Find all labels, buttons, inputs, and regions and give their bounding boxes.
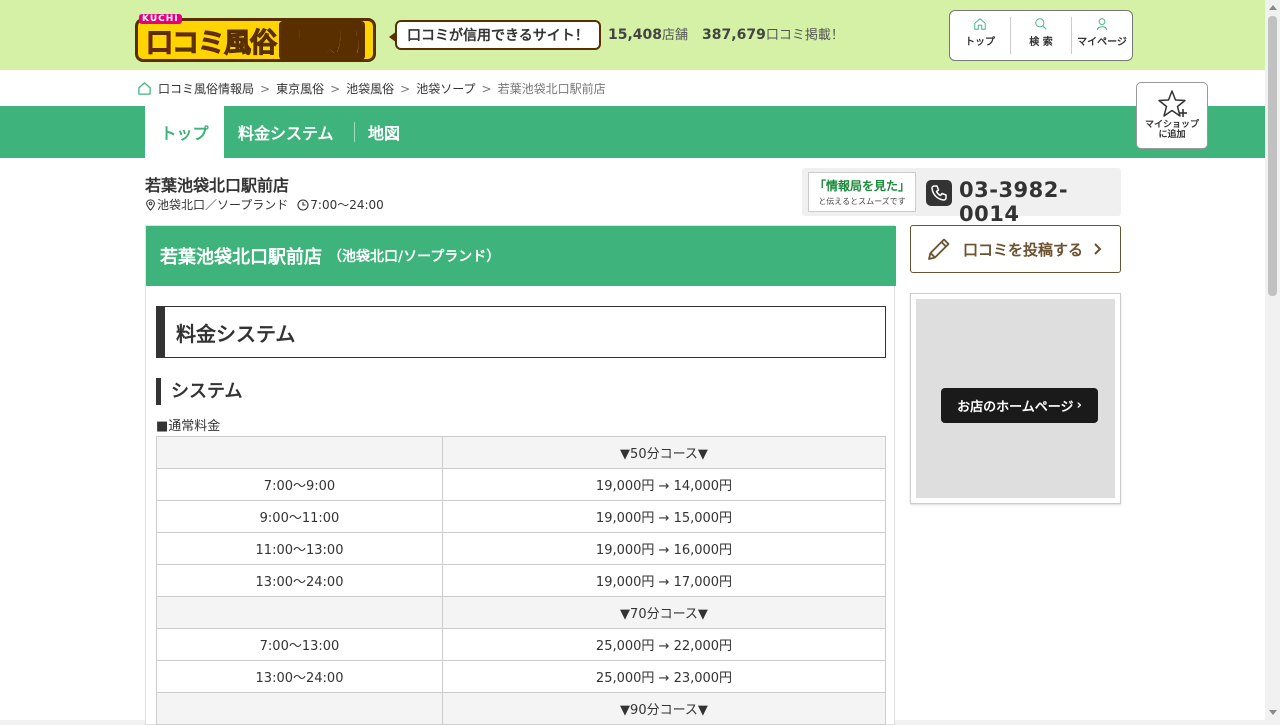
shop-tab-nav: トップ 料金システム 地図	[0, 106, 1265, 158]
tel-number[interactable]: 03-3982-0014	[959, 178, 1121, 226]
time-cell: 9:00〜11:00	[156, 500, 443, 533]
pencil-icon	[928, 238, 950, 260]
main-title-sub: （池袋北口/ソープランド）	[328, 249, 501, 265]
subsection-heading: システム	[156, 378, 242, 405]
search-icon	[1035, 18, 1047, 30]
post-review-button[interactable]: 口コミを投稿する	[910, 225, 1121, 273]
price-cell: 25,000円 → 23,000円	[442, 660, 886, 693]
time-cell: 11:00〜13:00	[156, 532, 443, 565]
main-title-name: 若葉池袋北口駅前店	[160, 247, 322, 268]
review-count: 387,679	[702, 27, 766, 43]
review-unit: 口コミ掲載！	[765, 28, 844, 43]
price-cell: 19,000円 → 17,000円	[442, 564, 886, 597]
header-nav: トップ 検 索 マイページ	[949, 10, 1133, 61]
breadcrumb-link[interactable]: 口コミ風俗情報局	[158, 80, 254, 97]
tel-box: 「情報局を見た」 と伝えるとスムーズです 03-3982-0014	[802, 168, 1121, 226]
time-cell: 7:00〜13:00	[156, 628, 443, 661]
time-cell: 7:00〜9:00	[156, 468, 443, 501]
price-row: 7:00〜9:00 19,000円 → 14,000円	[156, 468, 886, 501]
homepage-banner: お店のホームページ ›	[910, 293, 1121, 504]
scrollbar[interactable]	[1265, 0, 1280, 720]
logo-text-2: 情報局	[279, 20, 365, 60]
header-nav-mypage[interactable]: マイページ	[1072, 17, 1132, 54]
section-heading: 料金システム	[156, 306, 886, 358]
star-plus-icon	[1158, 90, 1187, 117]
price-row: 11:00〜13:00 19,000円 → 16,000円	[156, 532, 886, 565]
tel-note-main: 「情報局を見た」	[813, 179, 910, 193]
homepage-label: お店のホームページ	[957, 400, 1074, 415]
breadcrumb-link[interactable]: 池袋風俗	[346, 80, 394, 97]
price-cell: 19,000円 → 15,000円	[442, 500, 886, 533]
header-nav-top-label: トップ	[965, 37, 995, 48]
shop-count: 15,408	[608, 27, 663, 43]
header-nav-search[interactable]: 検 索	[1011, 17, 1072, 54]
time-cell	[156, 596, 443, 629]
logo-badge: 口コミ風俗 情報局	[135, 18, 376, 62]
site-stats: 15,408店舗 387,679口コミ掲載！	[608, 24, 844, 43]
tel-note: 「情報局を見た」 と伝えるとスムーズです	[808, 172, 916, 212]
post-review-label: 口コミを投稿する	[963, 240, 1084, 259]
shop-hours: 7:00〜24:00	[310, 198, 384, 212]
tel-note-sub: と伝えるとスムーズです	[818, 197, 906, 206]
site-tagline: 口コミが信用できるサイト！	[389, 20, 601, 50]
course-cell: ▼70分コース▼	[442, 596, 886, 629]
scroll-down-arrow[interactable]	[1269, 710, 1277, 715]
time-cell: 13:00〜24:00	[156, 564, 443, 597]
time-cell: 13:00〜24:00	[156, 660, 443, 693]
main-title: 若葉池袋北口駅前店 （池袋北口/ソープランド）	[146, 226, 896, 286]
shop-name: 若葉池袋北口駅前店	[145, 176, 290, 195]
course-cell: ▼50分コース▼	[442, 436, 886, 469]
user-icon	[1096, 18, 1108, 30]
clock-icon	[297, 198, 309, 211]
home-icon	[974, 18, 986, 30]
tab-top[interactable]: トップ	[145, 106, 224, 158]
breadcrumb-link[interactable]: 池袋ソープ	[416, 80, 475, 97]
home-icon	[138, 82, 151, 95]
price-row: 13:00〜24:00 25,000円 → 23,000円	[156, 660, 886, 693]
homepage-button[interactable]: お店のホームページ ›	[941, 388, 1098, 423]
main-panel: 若葉池袋北口駅前店 （池袋北口/ソープランド） 料金システム システム ■通常料…	[145, 225, 896, 725]
breadcrumb-link[interactable]: 東京風俗	[276, 80, 324, 97]
chevron-right-icon	[1094, 243, 1102, 255]
course-header-row: ▼50分コース▼	[156, 436, 886, 469]
header-nav-top[interactable]: トップ	[950, 17, 1011, 54]
breadcrumb: 口コミ風俗情報局 > 東京風俗 > 池袋風俗 > 池袋ソープ > 若葉池袋北口駅前店	[137, 80, 606, 97]
price-row: 9:00〜11:00 19,000円 → 15,000円	[156, 500, 886, 533]
price-row: 13:00〜24:00 19,000円 → 17,000円	[156, 564, 886, 597]
tab-map[interactable]: 地図	[368, 106, 400, 158]
scrollbar-thumb[interactable]	[1268, 16, 1277, 296]
chevron-right-icon: ›	[1076, 398, 1082, 413]
price-cell: 19,000円 → 14,000円	[442, 468, 886, 501]
price-row: 7:00〜13:00 25,000円 → 22,000円	[156, 628, 886, 661]
site-header: 口コミ風俗 情報局 KUCHI 口コミが信用できるサイト！ 15,408店舗 38…	[0, 0, 1265, 70]
logo-text: 口コミ風俗	[146, 27, 278, 59]
shop-unit: 店舗	[662, 28, 689, 43]
course-header-row: ▼70分コース▼	[156, 596, 886, 629]
map-pin-icon	[146, 198, 155, 211]
breadcrumb-current: 若葉池袋北口駅前店	[497, 82, 606, 96]
tab-price-system[interactable]: 料金システム	[238, 106, 334, 158]
normal-price-label: ■通常料金	[156, 419, 221, 434]
header-nav-mypage-label: マイページ	[1077, 37, 1127, 48]
price-table: ▼50分コース▼ 7:00〜9:00 19,000円 → 14,000円 9:00〜1…	[156, 436, 886, 725]
time-cell	[156, 436, 443, 469]
logo-kuchi: KUCHI	[139, 14, 182, 24]
price-cell: 19,000円 → 16,000円	[442, 532, 886, 565]
phone-icon	[926, 180, 952, 206]
add-myshop-label-2: に追加	[1158, 130, 1186, 140]
shop-area: 池袋北口／ソープランド	[157, 198, 289, 212]
price-cell: 25,000円 → 22,000円	[442, 628, 886, 661]
breadcrumb-bar: 口コミ風俗情報局 > 東京風俗 > 池袋風俗 > 池袋ソープ > 若葉池袋北口駅前店	[0, 70, 1265, 106]
scroll-up-arrow[interactable]	[1269, 5, 1277, 10]
shop-meta: 池袋北口／ソープランド 7:00〜24:00	[145, 196, 384, 213]
add-myshop-label-1: マイショップ	[1144, 120, 1199, 130]
add-myshop-button[interactable]: マイショップ に追加	[1136, 82, 1208, 149]
header-nav-search-label: 検 索	[1029, 37, 1053, 48]
site-logo[interactable]: 口コミ風俗 情報局 KUCHI	[135, 12, 385, 62]
banner-image: お店のホームページ ›	[916, 299, 1115, 498]
